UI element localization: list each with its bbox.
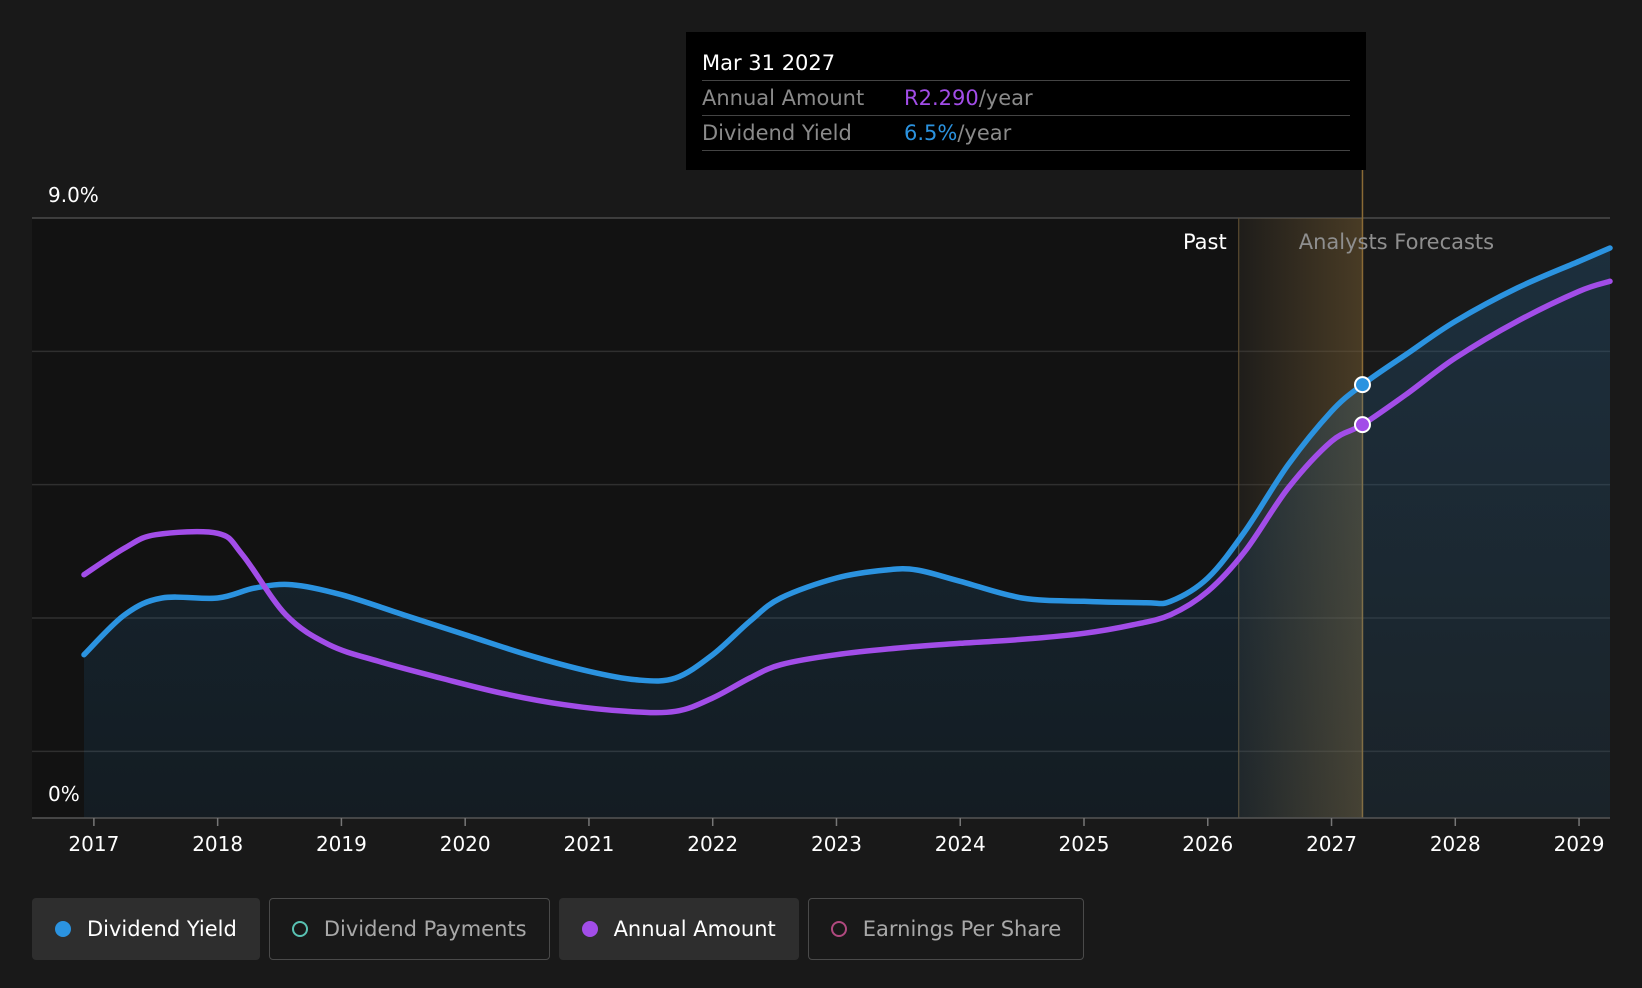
x-tick-label: 2026 [1182,832,1233,856]
legend-annual-amount-button[interactable]: Annual Amount [558,898,799,960]
legend-dividend-payments-button[interactable]: Dividend Payments [268,898,550,960]
legend-dividend-yield-button[interactable]: Dividend Yield [32,898,260,960]
tooltip-label: Annual Amount [702,86,865,110]
legend-dot-icon [581,921,598,937]
tooltip-label: Dividend Yield [702,121,852,145]
x-tick-label: 2025 [1059,832,1110,856]
legend-label: Dividend Payments [323,917,527,941]
legend-ring-icon [291,921,308,937]
dividend-yield-hover-point [1353,376,1371,394]
legend-label: Earnings Per Share [862,917,1062,941]
tooltip-row-dividend-yield: Dividend Yield 6.5% /year [702,116,1350,151]
x-tick-label: 2023 [811,832,862,856]
x-tick-label: 2024 [935,832,986,856]
y-tick-label-top: 9.0% [48,183,99,207]
analysts-forecasts-label: Analysts Forecasts [1299,230,1494,254]
legend: Dividend Yield Dividend Payments Annual … [32,898,1085,960]
x-tick-label: 2029 [1554,832,1605,856]
tooltip-unit: /year [957,121,1012,145]
x-tick-label: 2022 [687,832,738,856]
x-tick-label: 2028 [1430,832,1481,856]
legend-label: Dividend Yield [87,917,237,941]
tooltip-row-annual-amount: Annual Amount R2.290 /year [702,81,1350,116]
legend-label: Annual Amount [613,917,776,941]
annual-amount-hover-point [1353,416,1371,434]
x-tick-label: 2017 [68,832,119,856]
x-tick-label: 2027 [1306,832,1357,856]
hover-tooltip: Mar 31 2027 Annual Amount R2.290 /year D… [686,32,1366,170]
x-tick-label: 2021 [563,832,614,856]
tooltip-value: R2.290 [904,86,979,110]
legend-ring-icon [830,921,847,937]
past-label: Past [1183,230,1227,254]
legend-earnings-per-share-button[interactable]: Earnings Per Share [807,898,1085,960]
x-tick-label: 2020 [440,832,491,856]
tooltip-value: 6.5% [904,121,958,145]
y-tick-label-bottom: 0% [48,782,80,806]
x-tick-label: 2019 [316,832,367,856]
tooltip-date: Mar 31 2027 [702,46,1350,81]
legend-dot-icon [55,921,71,937]
x-axis: 2017 2018 2019 2020 2021 2022 2023 2024 2025 2026… [32,817,1610,856]
x-tick-label: 2018 [192,832,243,856]
tooltip-unit: /year [978,86,1033,110]
